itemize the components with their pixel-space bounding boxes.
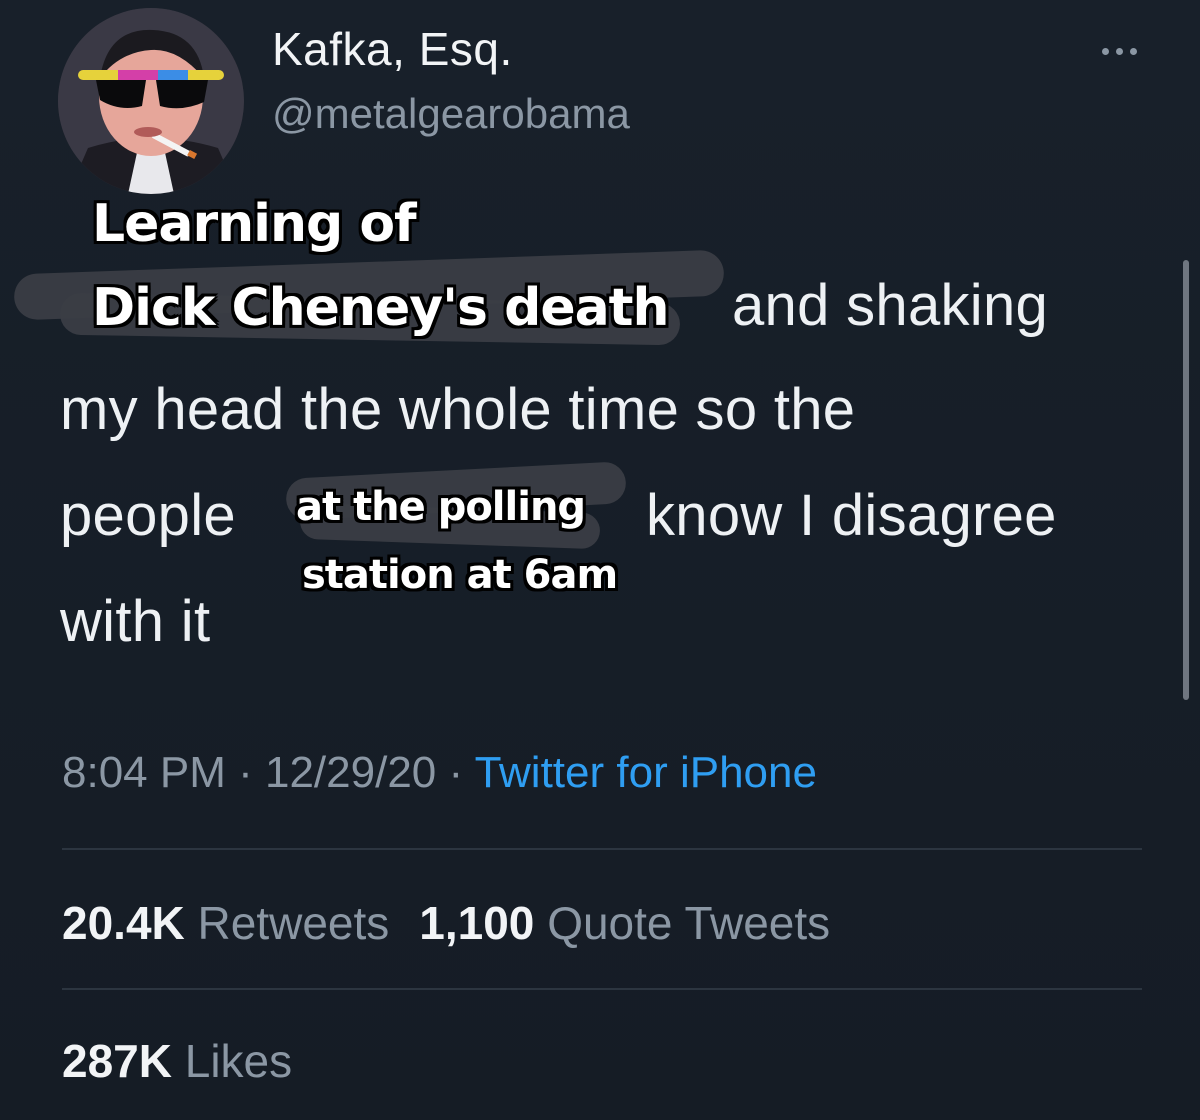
- tweet-detail-page: Kafka, Esq. @metalgearobama Learning of …: [0, 0, 1200, 1120]
- likes-count: 287K: [62, 1035, 172, 1087]
- tweet-text-line4: with it: [60, 589, 211, 654]
- tweet-text-line2: my head the whole time so the: [60, 377, 856, 442]
- quote-tweets-label: Quote Tweets: [547, 897, 831, 949]
- tweet-meta: 8:04 PM · 12/29/20 · Twitter for iPhone: [62, 748, 817, 798]
- more-options-button[interactable]: [1090, 30, 1150, 70]
- tweet-text-line1: and shaking: [732, 273, 1049, 338]
- retweets-stat[interactable]: 20.4K Retweets: [62, 897, 389, 949]
- likes-stat[interactable]: 287K Likes: [62, 1034, 292, 1088]
- engagement-stats-row: 20.4K Retweets 1,100 Quote Tweets: [62, 896, 830, 950]
- author-display-name[interactable]: Kafka, Esq.: [272, 22, 513, 76]
- tweet-text-line3b: know I disagree: [646, 483, 1057, 548]
- tweet-text-line3a: people: [60, 483, 236, 548]
- more-horizontal-icon: [1102, 48, 1109, 55]
- likes-label: Likes: [184, 1035, 293, 1087]
- caption-mid-line2: station at 6am: [302, 552, 618, 598]
- quote-tweets-count: 1,100: [419, 897, 535, 949]
- divider: [62, 988, 1142, 990]
- meta-separator: ·: [436, 748, 475, 797]
- author-handle[interactable]: @metalgearobama: [272, 90, 630, 138]
- caption-mid-line1: at the polling: [296, 484, 586, 530]
- divider: [62, 848, 1142, 850]
- caption-top-line2: Dick Cheney's death: [92, 278, 670, 338]
- retweets-label: Retweets: [197, 897, 390, 949]
- caption-top-line1: Learning of: [92, 194, 417, 254]
- avatar-image: [58, 8, 244, 194]
- tweet-date[interactable]: 12/29/20: [265, 748, 436, 797]
- meta-separator: ·: [225, 748, 265, 797]
- tweet-source-link[interactable]: Twitter for iPhone: [475, 748, 817, 797]
- quote-tweets-stat[interactable]: 1,100 Quote Tweets: [419, 897, 830, 949]
- scrollbar[interactable]: [1183, 260, 1189, 700]
- tweet-time[interactable]: 8:04 PM: [62, 748, 226, 797]
- avatar[interactable]: [58, 8, 244, 194]
- retweets-count: 20.4K: [62, 897, 185, 949]
